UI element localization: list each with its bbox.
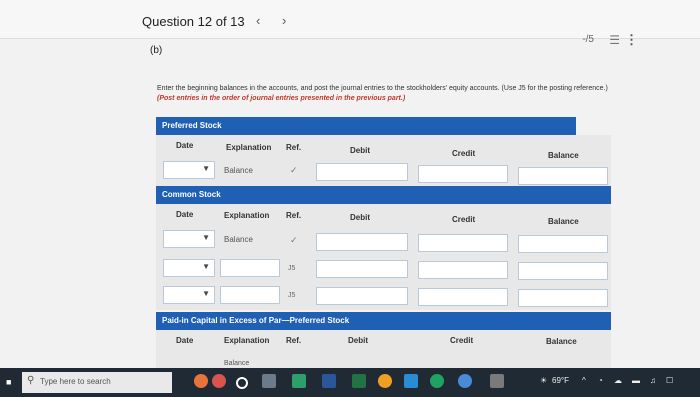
app-icon[interactable] [212,374,226,388]
col-header-explanation: Explanation [224,211,270,220]
col-header-date: Date [176,336,194,345]
credit-input[interactable] [418,261,508,279]
onedrive-icon[interactable]: ☁ [614,376,622,385]
cortana-icon[interactable] [236,377,248,389]
balance-input[interactable] [518,167,608,185]
col-header-debit: Debit [348,336,368,345]
chevron-down-icon: ▼ [202,164,210,173]
explanation-input[interactable] [220,259,280,277]
date-select[interactable]: ▼ [163,286,215,304]
score-display: -/5 [582,34,594,45]
col-header-credit: Credit [452,149,476,158]
balance-input[interactable] [518,262,608,280]
check-icon: ✓ [290,235,298,245]
col-header-balance: Balance [546,337,577,346]
instructions-emphasis: (Post entries in the order of journal en… [157,95,406,102]
notification-icon[interactable]: ☐ [666,376,673,385]
col-header-date: Date [176,210,194,219]
col-header-credit: Credit [450,336,474,345]
search-placeholder: Type here to search [40,377,111,386]
account-title-preferred-stock: Preferred Stock [156,117,576,135]
browser-screen: Question 12 of 13 ‹ › -/5 ☰ ⋮ (b) Enter … [0,0,700,368]
date-select[interactable]: ▼ [163,230,215,248]
chevron-left-icon[interactable]: ‹ [256,13,260,28]
explanation-input[interactable] [220,286,280,304]
col-header-ref: Ref. [286,336,302,345]
app-icon[interactable] [292,374,306,388]
taskbar-search[interactable]: ⚲ Type here to search [22,372,172,393]
debit-input[interactable] [316,163,408,181]
temperature[interactable]: 69°F [552,376,569,385]
credit-input[interactable] [418,234,508,252]
credit-input[interactable] [418,288,508,306]
excel-icon[interactable] [352,374,366,388]
col-header-debit: Debit [350,146,370,155]
balance-input[interactable] [518,235,608,253]
chevron-down-icon: ▼ [202,262,210,271]
balance-input[interactable] [518,289,608,307]
windows-taskbar: ■ ⚲ Type here to search ☀ 69°F ^ ◔ ☁ ▬ ♫… [0,368,700,397]
debit-input[interactable] [316,233,408,251]
instructions: Enter the beginning balances in the acco… [157,84,627,104]
date-select[interactable]: ▼ [163,259,215,277]
app-icon[interactable] [194,374,208,388]
col-header-debit: Debit [350,213,370,222]
ref-cell: J5 [288,265,296,272]
question-label: Question 12 of 13 [142,14,245,29]
date-select[interactable]: ▼ [163,161,215,179]
chevron-right-icon[interactable]: › [282,13,286,28]
app-icon[interactable] [490,374,504,388]
explanation-cell: Balance [224,235,253,244]
chevron-down-icon: ▼ [202,233,210,242]
instructions-text: Enter the beginning balances in the acco… [157,85,608,92]
col-header-ref: Ref. [286,143,302,152]
more-vertical-icon[interactable]: ⋮ [625,32,638,48]
weather-icon[interactable]: ☀ [540,376,547,385]
col-header-date: Date [176,141,194,150]
col-header-balance: Balance [548,217,579,226]
check-icon: ✓ [290,165,298,175]
question-header: Question 12 of 13 ‹ › [0,0,700,39]
windows-start-icon[interactable]: ■ [6,377,16,387]
edge-icon[interactable] [458,374,472,388]
ref-cell: J5 [288,292,296,299]
mail-icon[interactable] [404,374,418,388]
part-label: (b) [150,45,163,56]
app-icon[interactable] [430,374,444,388]
volume-icon[interactable]: ♫ [650,376,656,385]
chevron-down-icon: ▼ [202,289,210,298]
debit-input[interactable] [316,287,408,305]
account-title-paid-in-capital: Paid-in Capital in Excess of Par—Preferr… [156,312,611,330]
chevron-up-icon[interactable]: ^ [582,376,586,385]
col-header-ref: Ref. [286,211,302,220]
chrome-icon[interactable] [378,374,392,388]
debit-input[interactable] [316,260,408,278]
list-icon[interactable]: ☰ [609,33,620,47]
col-header-explanation: Explanation [224,336,270,345]
account-title-common-stock: Common Stock [156,186,611,204]
word-icon[interactable] [322,374,336,388]
explanation-cell: Balance [224,360,250,367]
network-icon[interactable]: ◔ [598,376,603,385]
battery-icon[interactable]: ▬ [632,376,640,385]
search-icon: ⚲ [27,375,35,386]
col-header-explanation: Explanation [226,143,272,152]
col-header-credit: Credit [452,215,476,224]
task-view-icon[interactable] [262,374,276,388]
explanation-cell: Balance [224,166,253,175]
col-header-balance: Balance [548,151,579,160]
credit-input[interactable] [418,165,508,183]
